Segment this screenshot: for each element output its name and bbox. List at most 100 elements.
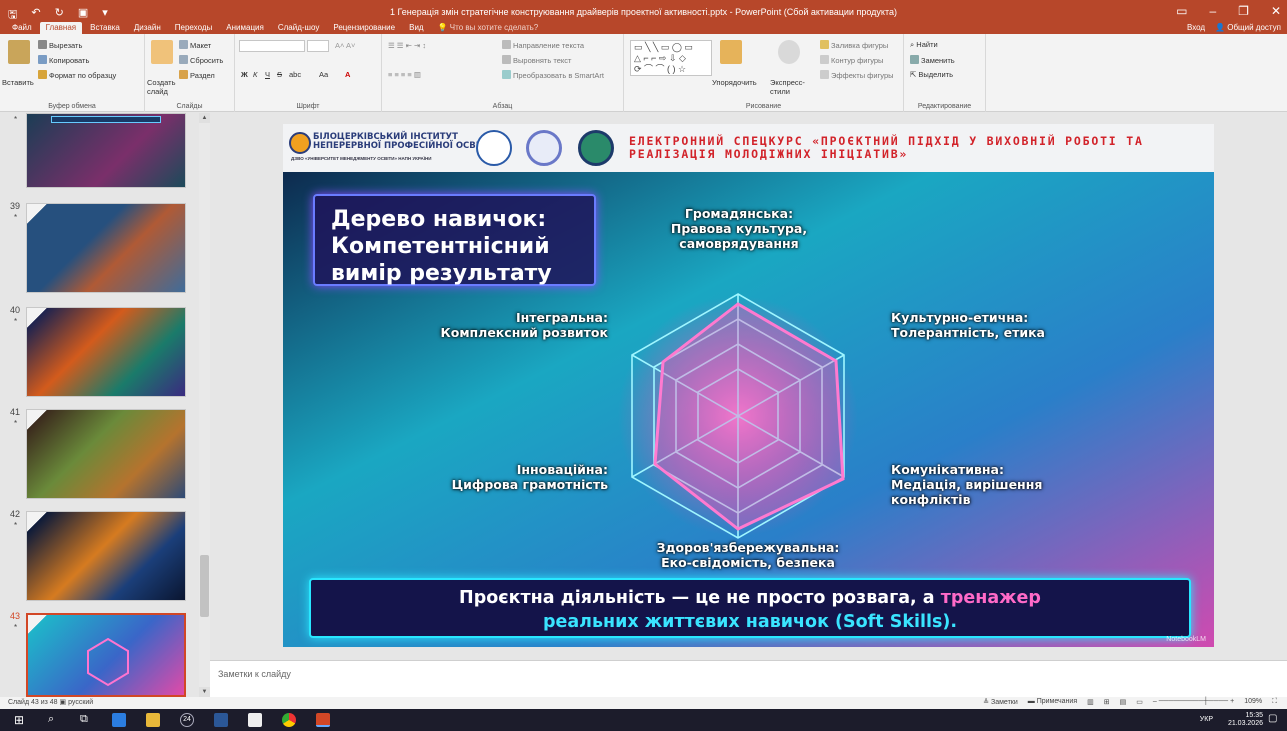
action-center-icon[interactable]: ▢ bbox=[1268, 713, 1282, 727]
case-button[interactable]: Aa bbox=[319, 70, 328, 79]
align-icons[interactable]: ≡ ≡ ≡ ≡ ▥ bbox=[388, 70, 421, 79]
drawing-group: ▭ ╲ ╲ ▭ ◯ ▭ △ ⌐ ⌐ ⇨ ⇩ ◇ ⟳ ⌒ ⌒ ( ) ☆ Упоряд… bbox=[624, 34, 904, 112]
italic-button[interactable]: К bbox=[253, 70, 257, 79]
bold-button[interactable]: Ж bbox=[241, 70, 248, 79]
text-direction-icon bbox=[502, 40, 511, 49]
word-app-icon[interactable] bbox=[214, 713, 228, 727]
underline-button[interactable]: Ч bbox=[265, 70, 270, 79]
slide-title-box: Дерево навичок: Компетентнісний вимір ре… bbox=[313, 194, 596, 286]
notes-pane[interactable]: Заметки к слайду bbox=[210, 660, 1287, 697]
replace-button[interactable]: Заменить bbox=[910, 55, 955, 65]
restore-icon[interactable]: ❐ bbox=[1238, 4, 1249, 18]
section-button[interactable]: Раздел bbox=[179, 70, 215, 80]
clock-date: 21.03.2026 bbox=[1227, 720, 1263, 727]
slide-thumbnail[interactable] bbox=[26, 511, 186, 601]
new-slide-button[interactable]: Создать слайд bbox=[147, 78, 179, 96]
quick-styles-icon[interactable] bbox=[778, 40, 800, 64]
minimize-icon[interactable]: – bbox=[1209, 4, 1216, 18]
ribbon-display-icon[interactable]: ▭ bbox=[1176, 4, 1187, 18]
close-icon[interactable]: ✕ bbox=[1271, 4, 1281, 18]
file-explorer-icon[interactable] bbox=[146, 713, 160, 727]
notification-badge[interactable]: 24 bbox=[180, 713, 194, 727]
slide-thumbnail-selected[interactable] bbox=[26, 613, 186, 697]
quick-styles-button[interactable]: Экспресс-стили bbox=[770, 78, 810, 96]
zoom-level[interactable]: 109% bbox=[1244, 698, 1262, 706]
arrange-icon[interactable] bbox=[720, 40, 742, 64]
scroll-down-icon[interactable]: ▼ bbox=[199, 687, 210, 697]
system-clock[interactable]: 15:35 21.03.2026 bbox=[1228, 712, 1263, 728]
tab-file[interactable]: Файл bbox=[6, 22, 38, 34]
powerpoint-app-icon[interactable] bbox=[316, 713, 330, 727]
tell-me-box[interactable]: 💡 Что вы хотите сделать? bbox=[432, 22, 545, 34]
strike-button[interactable]: S bbox=[277, 70, 282, 79]
chrome-browser-icon[interactable] bbox=[282, 713, 296, 727]
tab-animations[interactable]: Анимация bbox=[220, 22, 270, 34]
journal-app-icon[interactable] bbox=[248, 713, 262, 727]
slideshow-view-icon[interactable]: ▭ bbox=[1136, 698, 1143, 706]
tab-slideshow[interactable]: Слайд-шоу bbox=[272, 22, 325, 34]
grow-font-icon[interactable]: A˄ A˅ bbox=[335, 41, 355, 50]
media-app-icon[interactable] bbox=[112, 713, 126, 727]
share-button[interactable]: 👤 Общий доступ bbox=[1215, 22, 1281, 34]
person-icon: 👤 bbox=[1215, 23, 1228, 32]
shape-outline-button[interactable]: Контур фигуры bbox=[820, 55, 883, 65]
scroll-up-icon[interactable]: ▲ bbox=[199, 113, 210, 123]
slide-thumbnail[interactable] bbox=[26, 409, 186, 499]
tab-review[interactable]: Рецензирование bbox=[327, 22, 401, 34]
layout-button[interactable]: Макет bbox=[179, 40, 211, 50]
zoom-slider[interactable]: – ─────────┼──── + bbox=[1153, 698, 1234, 706]
font-color-button[interactable]: A bbox=[345, 70, 350, 79]
comments-button[interactable]: ▬ Примечания bbox=[1028, 698, 1077, 706]
spellcheck-icon[interactable]: ▣ bbox=[60, 699, 69, 706]
fit-slide-icon[interactable]: ⛶ bbox=[1272, 698, 1277, 706]
notes-toggle-button[interactable]: ≜ Заметки bbox=[983, 698, 1018, 706]
scrollbar-thumb[interactable] bbox=[200, 555, 209, 617]
copy-button[interactable]: Копировать bbox=[38, 55, 89, 65]
animation-star-icon: * bbox=[14, 317, 18, 326]
tab-home[interactable]: Главная bbox=[39, 22, 83, 34]
paste-button[interactable]: Вставить bbox=[2, 78, 34, 87]
slide-thumbnail[interactable] bbox=[26, 113, 186, 188]
text-direction-button[interactable]: Направление текста bbox=[502, 40, 584, 50]
smartart-button[interactable]: Преобразовать в SmartArt bbox=[502, 70, 604, 80]
cut-button[interactable]: Вырезать bbox=[38, 40, 82, 50]
shape-fill-button[interactable]: Заливка фигуры bbox=[820, 40, 888, 50]
outline-icon bbox=[820, 55, 829, 64]
select-button[interactable]: ⇱ Выделить bbox=[910, 70, 953, 79]
slide-canvas[interactable]: БІЛОЦЕРКІВСЬКИЙ ІНСТИТУТ НЕПЕРЕРВНОЇ ПРО… bbox=[283, 124, 1214, 647]
new-slide-icon[interactable] bbox=[151, 40, 173, 64]
paste-icon[interactable] bbox=[8, 40, 30, 64]
animation-star-icon: * bbox=[14, 213, 18, 222]
reading-view-icon[interactable]: ▤ bbox=[1120, 698, 1127, 706]
search-icon[interactable]: ⌕ bbox=[48, 713, 62, 727]
tab-transitions[interactable]: Переходы bbox=[169, 22, 219, 34]
spacing-button[interactable]: abc bbox=[289, 70, 301, 79]
status-left: Слайд 43 из 48 ▣ русский bbox=[8, 698, 93, 706]
course-title-line-2: РЕАЛІЗАЦІЯ МОЛОДІЖНИХ ІНІЦІАТИВ» bbox=[629, 147, 909, 161]
align-text-button[interactable]: Выровнять текст bbox=[502, 55, 571, 65]
thumbnail-scrollbar[interactable]: ▲ ▼ bbox=[199, 113, 210, 697]
normal-view-icon[interactable]: ▥ bbox=[1087, 698, 1094, 706]
slide-thumbnail[interactable] bbox=[26, 307, 186, 397]
outline-label: Контур фигуры bbox=[831, 56, 884, 65]
input-language[interactable]: УКР bbox=[1200, 716, 1213, 723]
find-button[interactable]: ⌕ Найти bbox=[910, 40, 938, 50]
format-painter-button[interactable]: Формат по образцу bbox=[38, 70, 116, 80]
font-name-field[interactable] bbox=[239, 40, 305, 52]
slide-thumbnail[interactable] bbox=[26, 203, 186, 293]
bullets-icon[interactable]: ☰ ☰ ⇤ ⇥ ↕ bbox=[388, 41, 426, 50]
font-size-field[interactable] bbox=[307, 40, 329, 52]
signin-link[interactable]: Вход bbox=[1187, 22, 1205, 34]
tab-insert[interactable]: Вставка bbox=[84, 22, 126, 34]
shapes-gallery[interactable]: ▭ ╲ ╲ ▭ ◯ ▭ △ ⌐ ⌐ ⇨ ⇩ ◇ ⟳ ⌒ ⌒ ( ) ☆ bbox=[630, 40, 712, 76]
label-communicative-line-2: конфліктів bbox=[891, 492, 971, 507]
sorter-view-icon[interactable]: ⊞ bbox=[1104, 698, 1110, 706]
tab-view[interactable]: Вид bbox=[403, 22, 429, 34]
tab-design[interactable]: Дизайн bbox=[128, 22, 167, 34]
windows-start-icon[interactable]: ⊞ bbox=[14, 713, 28, 727]
language-indicator[interactable]: русский bbox=[68, 699, 93, 706]
arrange-button[interactable]: Упорядочить bbox=[712, 78, 757, 87]
shape-effects-button[interactable]: Эффекты фигуры bbox=[820, 70, 894, 80]
reset-button[interactable]: Сбросить bbox=[179, 55, 223, 65]
task-view-icon[interactable]: ⧉ bbox=[80, 713, 94, 727]
